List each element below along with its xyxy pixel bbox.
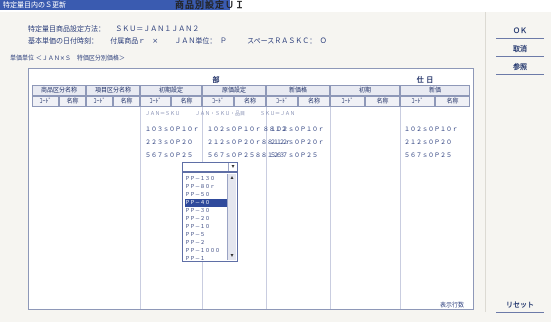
dropdown-option[interactable]: ＰＰ－１０ (185, 223, 227, 231)
sub-header-1[interactable]: 名称 (59, 96, 86, 107)
dropdown-option[interactable]: ＰＰ－３０ (185, 207, 227, 215)
dropdown-option[interactable]: ＰＰ－１ (185, 255, 227, 261)
table-cell[interactable]: ５６７ｓ０Ｐ２５ (145, 150, 193, 159)
table-cell[interactable]: ２１２ｓ０Ｐ２０ｒ (270, 137, 324, 146)
code-combobox[interactable]: ▾ (182, 162, 238, 172)
sub-header-0[interactable]: ｺｰﾄﾞ (32, 96, 59, 107)
column-header-1[interactable]: 項目区分名称 (86, 85, 140, 96)
column-header-3[interactable]: 原価設定 (202, 85, 266, 96)
sub-header-11[interactable]: 名称 (365, 96, 400, 107)
base-price-label: 基本単価の日付時刻： (28, 37, 98, 45)
dropdown-option[interactable]: ＰＰ－８０ｒ (185, 183, 227, 191)
divider (485, 12, 486, 312)
dropdown-option-selected[interactable]: ＰＰ－４０ (185, 199, 227, 207)
dropdown-scrollbar[interactable]: ▴ ▾ (227, 174, 236, 260)
band-right-label: 仕 日 (416, 76, 434, 84)
column-header-6[interactable]: 新価 (400, 85, 470, 96)
sub-header-6[interactable]: ｺｰﾄﾞ (202, 96, 234, 107)
column-header-0[interactable]: 商品区分名称 (32, 85, 86, 96)
scroll-down-icon[interactable]: ▾ (228, 252, 236, 260)
base-price-option-a: 付属商品ｒ × (110, 37, 159, 45)
sub-header-3[interactable]: 名称 (113, 96, 140, 107)
dropdown-option[interactable]: ＰＰ－５０ (185, 191, 227, 199)
sub-header-7[interactable]: 名称 (234, 96, 266, 107)
sub-header-10[interactable]: ｺｰﾄﾞ (330, 96, 365, 107)
grid-vline (330, 107, 331, 309)
banner-heading: 商品別設定ＵＩ (175, 1, 246, 11)
grid-hint-text: ＪＡＮ＝ＳＫＵ ＪＡＮ・ＳＫＵ・品目 ＳＫＵ＝ＪＡＮ (145, 111, 296, 117)
sub-header-5[interactable]: 名称 (171, 96, 202, 107)
sub-header-12[interactable]: ｺｰﾄﾞ (400, 96, 435, 107)
dropdown-option[interactable]: ＰＰ－５ (185, 231, 227, 239)
chevron-down-icon[interactable]: ▾ (228, 163, 237, 171)
setting-method-label: 特定量目商品設定方法： (28, 25, 105, 33)
table-cell[interactable]: ２２３ｓ０Ｐ２０ (145, 137, 193, 146)
setting-method-value: ＳＫＵ＝ＪＡＮ１ＪＡＮ２ (115, 25, 200, 33)
base-price-option-c: スペースＲＡＳＫＣ： Ｏ (247, 37, 327, 45)
sub-header-13[interactable]: 名称 (435, 96, 470, 107)
unit-note: 単価単位 ＜ＪＡＮ×Ｓ 特価区分別価格＞ (10, 55, 125, 62)
sub-header-2[interactable]: ｺｰﾄﾞ (86, 96, 113, 107)
table-cell[interactable]: ５６７ｓ０Ｐ２５ (270, 150, 318, 159)
column-header-5[interactable]: 初期 (330, 85, 400, 96)
reference-button[interactable]: 参照 (496, 60, 544, 75)
code-dropdown-list[interactable]: ＰＰ－１３０ ＰＰ－８０ｒ ＰＰ－５０ ＰＰ－４０ ＰＰ－３０ ＰＰ－２０ ＰＰ… (182, 172, 238, 262)
status-text: 表示行数 (440, 302, 465, 309)
column-header-4[interactable]: 新価格 (266, 85, 330, 96)
cancel-button[interactable]: 取消 (496, 42, 544, 57)
base-price-option-b: ＪＡＮ単位： Ｐ (174, 37, 227, 45)
base-price-row: 基本単価の日付時刻： 付属商品ｒ × ＪＡＮ単位： Ｐ スペースＲＡＳＫＣ： Ｏ (28, 36, 327, 46)
dropdown-option[interactable]: ＰＰ－１０００ (185, 247, 227, 255)
dropdown-option[interactable]: ＰＰ－１３０ (185, 175, 227, 183)
reset-button[interactable]: リセット (496, 298, 544, 313)
table-cell[interactable]: １０３ｓ０Ｐ１０ｒ (145, 124, 199, 133)
sub-header-8[interactable]: ｺｰﾄﾞ (266, 96, 298, 107)
dialog-window: 特定量目内のＳ更新 商品別設定ＵＩ 特定量目商品設定方法： ＳＫＵ＝ＪＡＮ１ＪＡ… (0, 0, 551, 322)
table-cell[interactable]: １０２ｓ０Ｐ１０ｒ (270, 124, 324, 133)
table-cell[interactable]: ５６７ｓ０Ｐ２５ (404, 150, 452, 159)
dropdown-option[interactable]: ＰＰ－２０ (185, 215, 227, 223)
band-left-label: 部 (212, 76, 220, 84)
grid-vline (400, 107, 401, 309)
sub-header-4[interactable]: ｺｰﾄﾞ (140, 96, 171, 107)
ok-button[interactable]: ＯＫ (496, 24, 544, 39)
grid-vline (140, 107, 141, 309)
scroll-up-icon[interactable]: ▴ (228, 174, 236, 182)
dropdown-option[interactable]: ＰＰ－２ (185, 239, 227, 247)
table-cell[interactable]: １０２ｓ０Ｐ１０ｒ (404, 124, 458, 133)
column-header-2[interactable]: 初期設定 (140, 85, 202, 96)
sub-header-9[interactable]: 名称 (298, 96, 330, 107)
table-cell[interactable]: ２１２ｓ０Ｐ２０ (404, 137, 452, 146)
setting-method-row: 特定量目商品設定方法： ＳＫＵ＝ＪＡＮ１ＪＡＮ２ (28, 24, 199, 34)
